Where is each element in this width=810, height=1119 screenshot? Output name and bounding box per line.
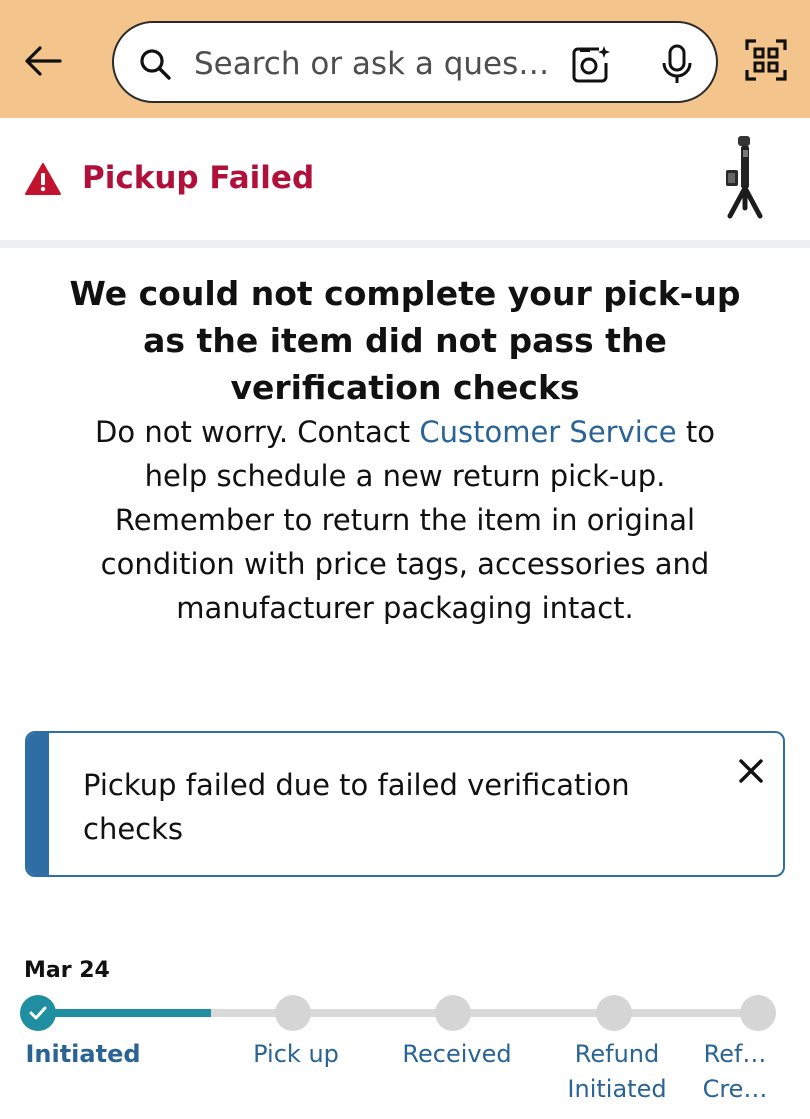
step-node-pickup bbox=[275, 995, 311, 1031]
customer-service-link[interactable]: Customer Service bbox=[419, 415, 676, 449]
step-label-received[interactable]: Received bbox=[392, 1037, 522, 1072]
step-label-initiated[interactable]: Initiated bbox=[22, 1037, 144, 1072]
camera-lens-icon[interactable] bbox=[570, 43, 612, 85]
back-arrow-icon[interactable] bbox=[20, 38, 66, 84]
top-bar bbox=[0, 0, 810, 118]
microphone-icon[interactable] bbox=[658, 43, 698, 85]
search-bar[interactable] bbox=[112, 21, 718, 103]
search-input[interactable] bbox=[194, 41, 554, 87]
progress-fill bbox=[38, 1009, 211, 1017]
step-label-pickup[interactable]: Pick up bbox=[236, 1037, 356, 1072]
section-divider bbox=[0, 240, 810, 248]
info-alert: Pickup failed due to failed verification… bbox=[25, 731, 785, 877]
close-icon[interactable] bbox=[733, 753, 769, 789]
step-label-refund-initiated[interactable]: Refund Initiated bbox=[552, 1037, 682, 1107]
step-node-initiated bbox=[20, 995, 56, 1031]
help-message: Do not worry. Contact Customer Service t… bbox=[70, 410, 740, 630]
headline: We could not complete your pick-up as th… bbox=[69, 274, 741, 407]
warning-icon bbox=[24, 162, 62, 196]
alert-accent-bar bbox=[27, 733, 49, 875]
message-text-before: Do not worry. Contact bbox=[95, 415, 420, 449]
tracker-date: Mar 24 bbox=[24, 958, 110, 983]
alert-text: Pickup failed due to failed verification… bbox=[83, 768, 630, 846]
status-header: Pickup Failed bbox=[0, 118, 810, 240]
search-icon bbox=[138, 47, 172, 81]
step-node-refund-initiated bbox=[596, 995, 632, 1031]
check-icon bbox=[29, 1006, 47, 1020]
step-node-refund-credited bbox=[740, 995, 776, 1031]
qr-scanner-icon[interactable] bbox=[744, 38, 788, 82]
status-title: Pickup Failed bbox=[82, 160, 315, 196]
step-label-refund-credited[interactable]: Ref… Cre… bbox=[692, 1037, 778, 1107]
product-thumbnail[interactable] bbox=[720, 134, 772, 224]
step-node-received bbox=[435, 995, 471, 1031]
